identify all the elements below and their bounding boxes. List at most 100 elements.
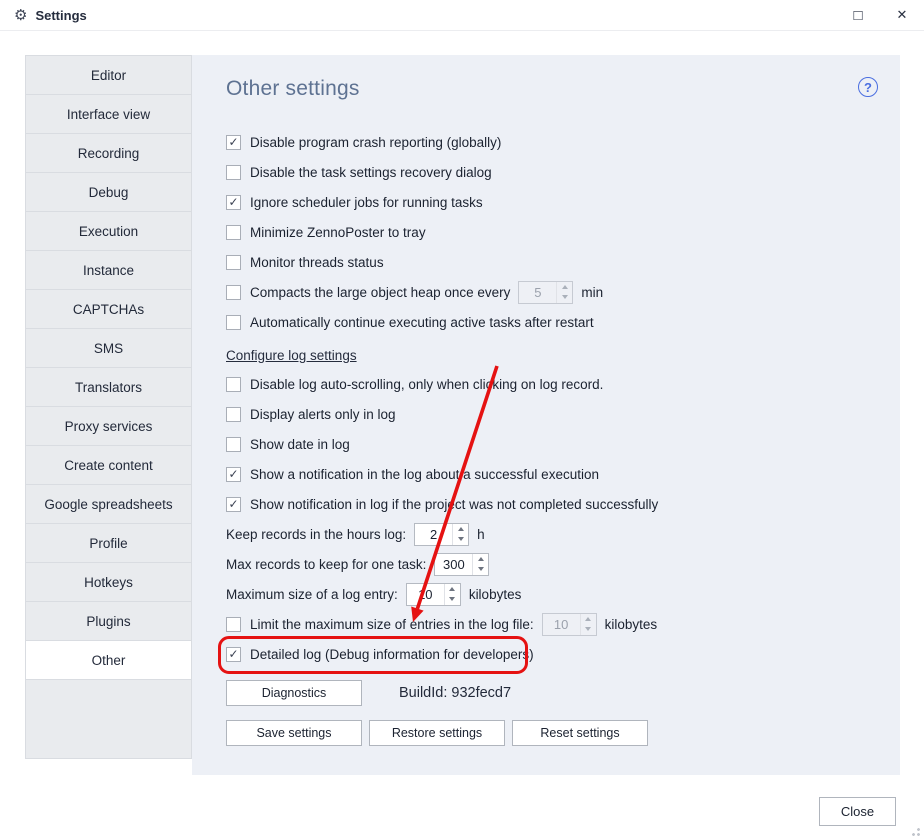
row-detailed-log: ✓ Detailed log (Debug information for de… xyxy=(226,639,870,669)
stepper-buttons xyxy=(452,524,468,545)
checkbox-label: Ignore scheduler jobs for running tasks xyxy=(250,195,483,210)
row-disable-task-recovery: Disable the task settings recovery dialo… xyxy=(226,157,870,187)
row-max-records-per-task: Max records to keep for one task: 300 xyxy=(226,549,870,579)
other-settings-panel: Other settings ? ✓ Disable program crash… xyxy=(192,55,900,775)
checkbox-label: Show notification in log if the project … xyxy=(250,497,658,512)
checkbox-label: Compacts the large object heap once ever… xyxy=(250,285,510,300)
diagnostics-button[interactable]: Diagnostics xyxy=(226,680,362,706)
row-disable-crash-reporting: ✓ Disable program crash reporting (globa… xyxy=(226,127,870,157)
checkbox-limit-log-file-entries[interactable] xyxy=(226,617,241,632)
stepper-value[interactable]: 300 xyxy=(435,554,472,575)
sidebar-item-interface-view[interactable]: Interface view xyxy=(25,94,192,134)
checkbox-show-date-in-log[interactable] xyxy=(226,437,241,452)
reset-settings-button[interactable]: Reset settings xyxy=(512,720,648,746)
sidebar-item-translators[interactable]: Translators xyxy=(25,367,192,407)
row-compact-heap: Compacts the large object heap once ever… xyxy=(226,277,870,307)
sidebar-item-other[interactable]: Other xyxy=(25,640,192,680)
sidebar-filler xyxy=(25,679,192,759)
sidebar-item-debug[interactable]: Debug xyxy=(25,172,192,212)
checkbox-notify-success[interactable]: ✓ xyxy=(226,467,241,482)
sidebar-item-profile[interactable]: Profile xyxy=(25,523,192,563)
limit-log-file-stepper[interactable]: 10 xyxy=(542,613,597,636)
sidebar-item-plugins[interactable]: Plugins xyxy=(25,601,192,641)
window-title: Settings xyxy=(35,8,86,23)
compact-heap-minutes-stepper[interactable]: 5 xyxy=(518,281,573,304)
restore-settings-button[interactable]: Restore settings xyxy=(369,720,505,746)
stepper-value[interactable]: 5 xyxy=(519,282,556,303)
sidebar-item-create-content[interactable]: Create content xyxy=(25,445,192,485)
sidebar-item-instance[interactable]: Instance xyxy=(25,250,192,290)
checkbox-label: Show date in log xyxy=(250,437,350,452)
stepper-value[interactable]: 10 xyxy=(407,584,444,605)
settings-rows: ✓ Disable program crash reporting (globa… xyxy=(226,127,870,746)
log-entry-size-stepper[interactable]: 10 xyxy=(406,583,461,606)
checkbox-compact-heap[interactable] xyxy=(226,285,241,300)
stepper-down-icon[interactable] xyxy=(453,534,468,545)
sidebar-item-sms[interactable]: SMS xyxy=(25,328,192,368)
help-icon[interactable]: ? xyxy=(858,77,878,97)
checkbox-label: Limit the maximum size of entries in the… xyxy=(250,617,534,632)
sidebar-item-hotkeys[interactable]: Hotkeys xyxy=(25,562,192,602)
row-configure-log: Configure log settings xyxy=(226,344,870,366)
max-records-stepper[interactable]: 300 xyxy=(434,553,489,576)
configure-log-settings-link[interactable]: Configure log settings xyxy=(226,348,357,363)
keep-records-hours-stepper[interactable]: 2 xyxy=(414,523,469,546)
diagnostics-row: Diagnostics BuildId: 932fecd7 xyxy=(226,678,870,708)
stepper-up-icon[interactable] xyxy=(453,524,468,535)
checkbox-minimize-to-tray[interactable] xyxy=(226,225,241,240)
field-label: Maximum size of a log entry: xyxy=(226,587,398,602)
stepper-value[interactable]: 2 xyxy=(415,524,452,545)
stepper-up-icon[interactable] xyxy=(557,282,572,293)
checkbox-label: Disable log auto-scrolling, only when cl… xyxy=(250,377,603,392)
checkbox-ignore-scheduler-jobs[interactable]: ✓ xyxy=(226,195,241,210)
checkbox-auto-continue-tasks[interactable] xyxy=(226,315,241,330)
checkbox-notify-failure[interactable]: ✓ xyxy=(226,497,241,512)
row-ignore-scheduler-jobs: ✓ Ignore scheduler jobs for running task… xyxy=(226,187,870,217)
row-disable-log-autoscroll: Disable log auto-scrolling, only when cl… xyxy=(226,369,870,399)
checkbox-label: Disable program crash reporting (globall… xyxy=(250,135,501,150)
stepper-down-icon[interactable] xyxy=(581,624,596,635)
row-notify-failure: ✓ Show notification in log if the projec… xyxy=(226,489,870,519)
stepper-unit: kilobytes xyxy=(469,587,522,602)
checkbox-label: Automatically continue executing active … xyxy=(250,315,594,330)
sidebar-item-proxy-services[interactable]: Proxy services xyxy=(25,406,192,446)
resize-grip-icon[interactable] xyxy=(909,825,921,837)
checkbox-detailed-log[interactable]: ✓ xyxy=(226,647,241,662)
stepper-unit: min xyxy=(581,285,603,300)
stepper-up-icon[interactable] xyxy=(473,554,488,565)
row-show-date-in-log: Show date in log xyxy=(226,429,870,459)
row-auto-continue-tasks: Automatically continue executing active … xyxy=(226,307,870,337)
row-limit-log-file-entries: Limit the maximum size of entries in the… xyxy=(226,609,870,639)
stepper-buttons xyxy=(556,282,572,303)
sidebar-item-execution[interactable]: Execution xyxy=(25,211,192,251)
checkbox-disable-crash-reporting[interactable]: ✓ xyxy=(226,135,241,150)
checkbox-monitor-threads[interactable] xyxy=(226,255,241,270)
maximize-icon[interactable]: □ xyxy=(836,0,880,30)
page-title: Other settings xyxy=(226,77,870,101)
close-dialog-button[interactable]: Close xyxy=(819,797,896,826)
checkbox-label: Monitor threads status xyxy=(250,255,384,270)
sidebar-item-google-spreadsheets[interactable]: Google spreadsheets xyxy=(25,484,192,524)
settings-gear-icon: ⚙ xyxy=(14,8,27,23)
stepper-unit: kilobytes xyxy=(605,617,658,632)
stepper-up-icon[interactable] xyxy=(581,614,596,625)
row-monitor-threads: Monitor threads status xyxy=(226,247,870,277)
row-max-log-entry-size: Maximum size of a log entry: 10 kilobyte… xyxy=(226,579,870,609)
stepper-up-icon[interactable] xyxy=(445,584,460,595)
stepper-down-icon[interactable] xyxy=(445,594,460,605)
stepper-buttons xyxy=(580,614,596,635)
save-settings-button[interactable]: Save settings xyxy=(226,720,362,746)
stepper-value[interactable]: 10 xyxy=(543,614,580,635)
field-label: Keep records in the hours log: xyxy=(226,527,406,542)
checkbox-disable-log-autoscroll[interactable] xyxy=(226,377,241,392)
sidebar-item-editor[interactable]: Editor xyxy=(25,55,192,95)
sidebar-item-captchas[interactable]: CAPTCHAs xyxy=(25,289,192,329)
stepper-down-icon[interactable] xyxy=(557,292,572,303)
checkbox-label: Show a notification in the log about a s… xyxy=(250,467,599,482)
checkbox-display-alerts-only[interactable] xyxy=(226,407,241,422)
checkbox-disable-task-recovery[interactable] xyxy=(226,165,241,180)
close-window-icon[interactable]: ✕ xyxy=(880,0,924,30)
stepper-down-icon[interactable] xyxy=(473,564,488,575)
sidebar-item-recording[interactable]: Recording xyxy=(25,133,192,173)
checkbox-label: Minimize ZennoPoster to tray xyxy=(250,225,426,240)
